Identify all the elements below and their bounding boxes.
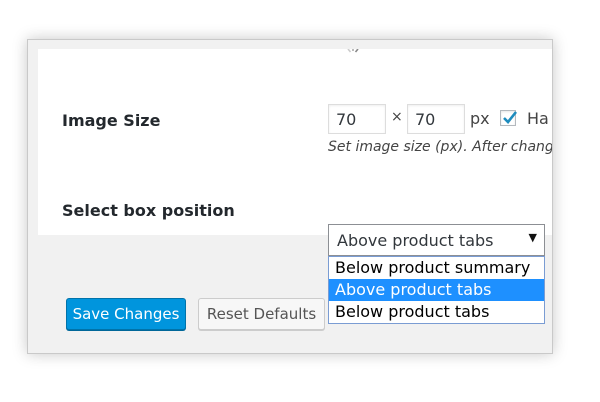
- size-unit: px: [470, 109, 490, 128]
- settings-panel: Image Size × px Ha Set image size (px). …: [38, 49, 552, 235]
- box-position-selected-value: Above product tabs: [337, 231, 494, 250]
- reset-defaults-button[interactable]: Reset Defaults: [198, 298, 325, 330]
- box-position-dropdown: Below product summary Above product tabs…: [328, 256, 545, 324]
- settings-window: Image Size × px Ha Set image size (px). …: [27, 39, 553, 354]
- checkmark-icon: [503, 111, 518, 124]
- save-changes-button[interactable]: Save Changes: [66, 298, 186, 330]
- hard-crop-checkbox[interactable]: [500, 110, 518, 126]
- image-size-help-text: Set image size (px). After changing: [328, 139, 552, 155]
- dropdown-option-below-product-tabs[interactable]: Below product tabs: [329, 301, 544, 323]
- hard-crop-label: Ha: [527, 109, 549, 128]
- dropdown-option-above-product-tabs[interactable]: Above product tabs: [329, 279, 544, 301]
- image-size-label: Image Size: [62, 111, 161, 130]
- caret-down-icon: ▼: [528, 231, 537, 244]
- size-separator: ×: [391, 109, 403, 125]
- box-position-select[interactable]: Above product tabs ▼: [328, 224, 545, 256]
- loading-spinner-icon: [347, 49, 359, 53]
- image-height-input[interactable]: [407, 104, 465, 134]
- box-position-label: Select box position: [62, 201, 235, 220]
- dropdown-option-below-product-summary[interactable]: Below product summary: [329, 257, 544, 279]
- image-width-input[interactable]: [328, 104, 386, 134]
